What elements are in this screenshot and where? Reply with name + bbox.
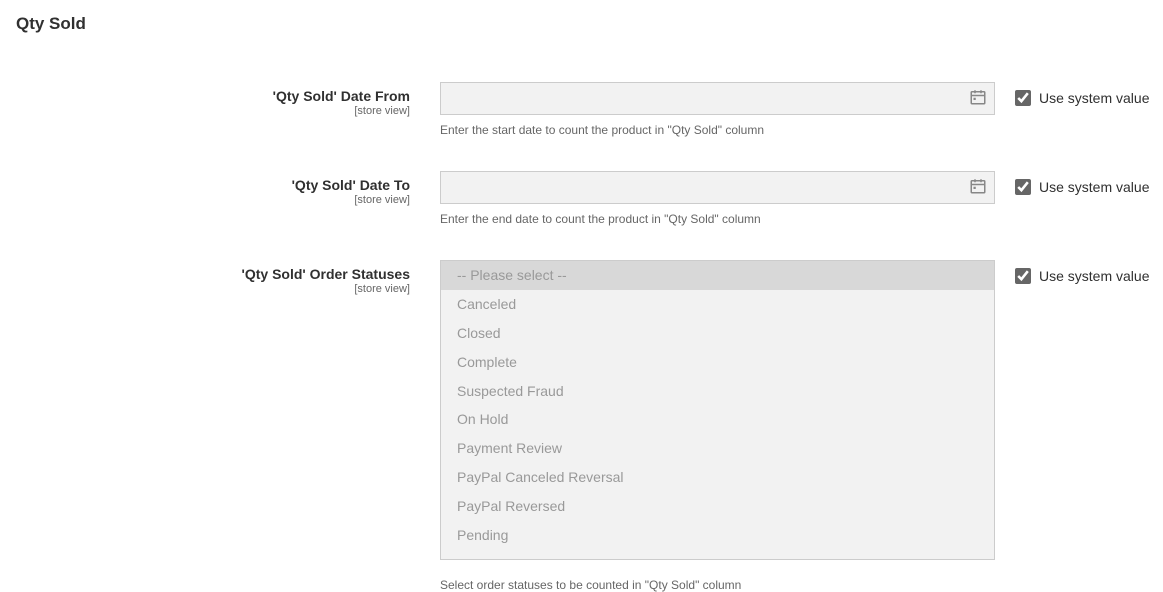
- multiselect-option[interactable]: PayPal Canceled Reversal: [441, 463, 994, 492]
- label-scope: [store view]: [0, 105, 410, 117]
- label-text: 'Qty Sold' Order Statuses: [242, 266, 410, 282]
- input-col-date-from: Enter the start date to count the produc…: [440, 82, 995, 137]
- use-system-label: Use system value: [1039, 268, 1149, 284]
- date-from-input[interactable]: [440, 82, 995, 115]
- section-title: Qty Sold: [0, 0, 1163, 34]
- label-date-from: 'Qty Sold' Date From [store view]: [0, 82, 440, 117]
- input-col-date-to: Enter the end date to count the product …: [440, 171, 995, 226]
- use-system-date-to: Use system value: [995, 171, 1149, 195]
- label-scope: [store view]: [0, 283, 410, 295]
- multiselect-option[interactable]: Payment Review: [441, 434, 994, 463]
- calendar-icon[interactable]: [969, 177, 987, 195]
- help-text-order-statuses: Select order statuses to be counted in "…: [440, 578, 995, 592]
- input-col-order-statuses: -- Please select --CanceledClosedComplet…: [440, 260, 995, 592]
- calendar-icon[interactable]: [969, 88, 987, 106]
- use-system-date-from: Use system value: [995, 82, 1149, 106]
- multiselect-option[interactable]: Pending: [441, 521, 994, 550]
- multiselect-option[interactable]: On Hold: [441, 405, 994, 434]
- use-system-label: Use system value: [1039, 90, 1149, 106]
- field-date-to: 'Qty Sold' Date To [store view] Enter th…: [0, 171, 1163, 226]
- label-text: 'Qty Sold' Date To: [292, 177, 410, 193]
- multiselect-option[interactable]: Closed: [441, 319, 994, 348]
- label-scope: [store view]: [0, 194, 410, 206]
- field-order-statuses: 'Qty Sold' Order Statuses [store view] -…: [0, 260, 1163, 592]
- use-system-checkbox-date-from[interactable]: [1015, 90, 1031, 106]
- multiselect-option[interactable]: Canceled: [441, 290, 994, 319]
- multiselect-option[interactable]: -- Please select --: [441, 261, 994, 290]
- use-system-label: Use system value: [1039, 179, 1149, 195]
- multiselect-option[interactable]: Suspected Fraud: [441, 377, 994, 406]
- help-text-date-from: Enter the start date to count the produc…: [440, 123, 995, 137]
- label-order-statuses: 'Qty Sold' Order Statuses [store view]: [0, 260, 440, 295]
- label-date-to: 'Qty Sold' Date To [store view]: [0, 171, 440, 206]
- fields-wrapper: 'Qty Sold' Date From [store view] Enter …: [0, 34, 1163, 592]
- field-date-from: 'Qty Sold' Date From [store view] Enter …: [0, 82, 1163, 137]
- use-system-checkbox-order-statuses[interactable]: [1015, 268, 1031, 284]
- label-text: 'Qty Sold' Date From: [273, 88, 410, 104]
- help-text-date-to: Enter the end date to count the product …: [440, 212, 995, 226]
- multiselect-option[interactable]: PayPal Reversed: [441, 492, 994, 521]
- use-system-order-statuses: Use system value: [995, 260, 1149, 284]
- date-to-input[interactable]: [440, 171, 995, 204]
- use-system-checkbox-date-to[interactable]: [1015, 179, 1031, 195]
- multiselect-option[interactable]: Complete: [441, 348, 994, 377]
- order-statuses-multiselect[interactable]: -- Please select --CanceledClosedComplet…: [440, 260, 995, 560]
